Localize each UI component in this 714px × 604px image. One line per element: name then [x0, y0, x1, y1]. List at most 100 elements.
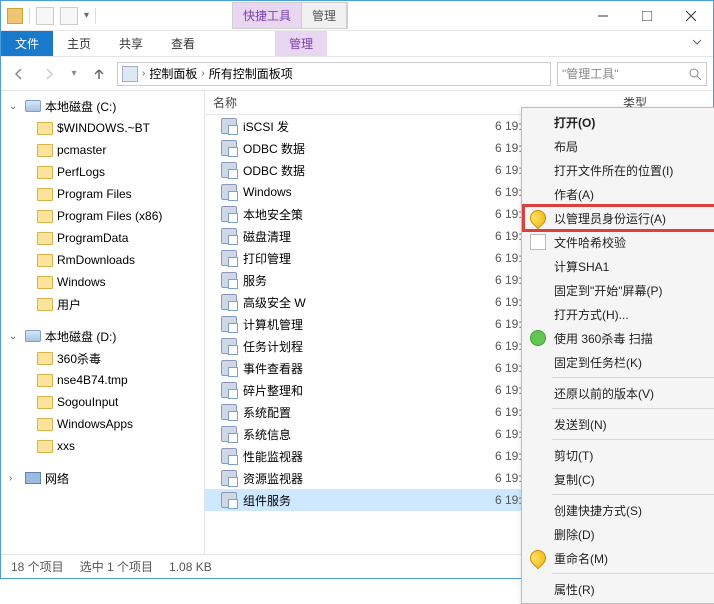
disk-icon	[25, 100, 41, 112]
tree-folder[interactable]: pcmaster	[1, 139, 204, 161]
shield-icon	[527, 547, 550, 570]
ctx-open[interactable]: 打开(O)	[524, 110, 714, 134]
antivirus-icon	[530, 330, 546, 346]
tree-folder[interactable]: xxs	[1, 435, 204, 457]
ctx-pin-taskbar[interactable]: 固定到任务栏(K)	[524, 350, 714, 374]
ctx-delete[interactable]: 删除(D)	[524, 522, 714, 546]
close-button[interactable]	[669, 2, 713, 30]
tree-folder[interactable]: PerfLogs	[1, 161, 204, 183]
content-area: ⌄本地磁盘 (C:) $WINDOWS.~BTpcmasterPerfLogsP…	[1, 91, 713, 554]
file-name: 性能监视器	[243, 448, 495, 465]
tree-folder[interactable]: Program Files	[1, 183, 204, 205]
shield-icon	[527, 207, 550, 230]
tree-network[interactable]: ›网络	[1, 467, 204, 489]
separator	[552, 494, 714, 495]
shortcut-icon	[221, 228, 237, 244]
maximize-button[interactable]	[625, 2, 669, 30]
file-name: 系统信息	[243, 426, 495, 443]
address-bar-row: ▾ › 控制面板 › 所有控制面板项 "管理工具"	[1, 57, 713, 91]
forward-button[interactable]	[37, 62, 61, 86]
up-button[interactable]	[87, 62, 111, 86]
nav-tree[interactable]: ⌄本地磁盘 (C:) $WINDOWS.~BTpcmasterPerfLogsP…	[1, 91, 205, 554]
tab-file[interactable]: 文件	[1, 31, 53, 56]
folder-icon	[37, 122, 53, 135]
context-menu: 打开(O) 布局▶ 打开文件所在的位置(I) 作者(A) 以管理员身份运行(A)…	[521, 107, 714, 604]
ctx-rename[interactable]: 重命名(M)	[524, 546, 714, 570]
tab-manage[interactable]: 管理	[275, 31, 327, 56]
tree-folder[interactable]: SogouInput	[1, 391, 204, 413]
tab-share[interactable]: 共享	[105, 31, 157, 56]
tree-folder[interactable]: ProgramData	[1, 227, 204, 249]
tree-folder[interactable]: nse4B74.tmp	[1, 369, 204, 391]
ctx-run-as-admin[interactable]: 以管理员身份运行(A)	[524, 206, 714, 230]
file-name: 组件服务	[243, 492, 495, 509]
ctx-properties[interactable]: 属性(R)	[524, 577, 714, 601]
tree-folder[interactable]: Program Files (x86)	[1, 205, 204, 227]
shortcut-icon	[221, 162, 237, 178]
file-name: 资源监视器	[243, 470, 495, 487]
network-icon	[25, 472, 41, 484]
ctx-send-to[interactable]: 发送到(N)▶	[524, 412, 714, 436]
minimize-button[interactable]	[581, 2, 625, 30]
ctx-calc-sha1[interactable]: 计算SHA1	[524, 254, 714, 278]
search-input[interactable]: "管理工具"	[557, 62, 707, 86]
search-icon[interactable]	[688, 67, 702, 81]
tree-folder[interactable]: RmDownloads	[1, 249, 204, 271]
tree-folder[interactable]: 360杀毒	[1, 347, 204, 369]
folder-icon	[37, 188, 53, 201]
separator	[552, 439, 714, 440]
crumb-all-items[interactable]: 所有控制面板项	[209, 65, 293, 82]
tree-disk-d[interactable]: ⌄本地磁盘 (D:)	[1, 325, 204, 347]
qat-btn-1[interactable]	[36, 7, 54, 25]
ctx-restore-prev[interactable]: 还原以前的版本(V)	[524, 381, 714, 405]
search-placeholder: "管理工具"	[562, 65, 619, 82]
ctx-scan-360[interactable]: 使用 360杀毒 扫描	[524, 326, 714, 350]
shortcut-icon	[221, 492, 237, 508]
shortcut-icon	[221, 140, 237, 156]
recent-dropdown-icon[interactable]: ▾	[67, 62, 81, 86]
ctx-cut[interactable]: 剪切(T)	[524, 443, 714, 467]
chevron-right-icon[interactable]: ›	[201, 68, 204, 79]
file-name: 高级安全 W	[243, 294, 495, 311]
location-icon	[122, 66, 138, 82]
folder-icon	[37, 418, 53, 431]
ctx-file-hash[interactable]: 文件哈希校验▶	[524, 230, 714, 254]
back-button[interactable]	[7, 62, 31, 86]
shortcut-icon	[221, 426, 237, 442]
ctx-author[interactable]: 作者(A)	[524, 182, 714, 206]
tree-folder[interactable]: Windows	[1, 271, 204, 293]
tree-folder[interactable]: 用户	[1, 293, 204, 315]
ctx-open-location[interactable]: 打开文件所在的位置(I)	[524, 158, 714, 182]
ctx-layout[interactable]: 布局▶	[524, 134, 714, 158]
qat-dropdown-icon[interactable]: ▾	[84, 10, 89, 21]
tab-home[interactable]: 主页	[53, 31, 105, 56]
breadcrumb[interactable]: › 控制面板 › 所有控制面板项	[117, 62, 551, 86]
explorer-icon	[7, 8, 23, 24]
tab-view[interactable]: 查看	[157, 31, 209, 56]
ctx-pin-start[interactable]: 固定到"开始"屏幕(P)	[524, 278, 714, 302]
status-selected: 选中 1 个项目	[80, 558, 153, 575]
tree-folder[interactable]: $WINDOWS.~BT	[1, 117, 204, 139]
shortcut-icon	[221, 250, 237, 266]
folder-icon	[37, 254, 53, 267]
ctx-copy[interactable]: 复制(C)	[524, 467, 714, 491]
col-name[interactable]: 名称	[205, 94, 495, 111]
tree-disk-c[interactable]: ⌄本地磁盘 (C:)	[1, 95, 204, 117]
file-name: 本地安全策	[243, 206, 495, 223]
qat-btn-2[interactable]	[60, 7, 78, 25]
shortcut-icon	[221, 184, 237, 200]
shortcut-icon	[221, 360, 237, 376]
tree-folder[interactable]: WindowsApps	[1, 413, 204, 435]
status-size: 1.08 KB	[169, 560, 212, 574]
ctx-open-with[interactable]: 打开方式(H)...	[524, 302, 714, 326]
folder-icon	[37, 374, 53, 387]
file-name: 事件查看器	[243, 360, 495, 377]
file-name: 磁盘清理	[243, 228, 495, 245]
ribbon-expand-icon[interactable]	[681, 36, 713, 51]
shortcut-icon	[221, 206, 237, 222]
file-name: 计算机管理	[243, 316, 495, 333]
crumb-root[interactable]: 控制面板	[149, 65, 197, 82]
ctx-create-shortcut[interactable]: 创建快捷方式(S)	[524, 498, 714, 522]
shortcut-icon	[221, 470, 237, 486]
chevron-right-icon[interactable]: ›	[142, 68, 145, 79]
